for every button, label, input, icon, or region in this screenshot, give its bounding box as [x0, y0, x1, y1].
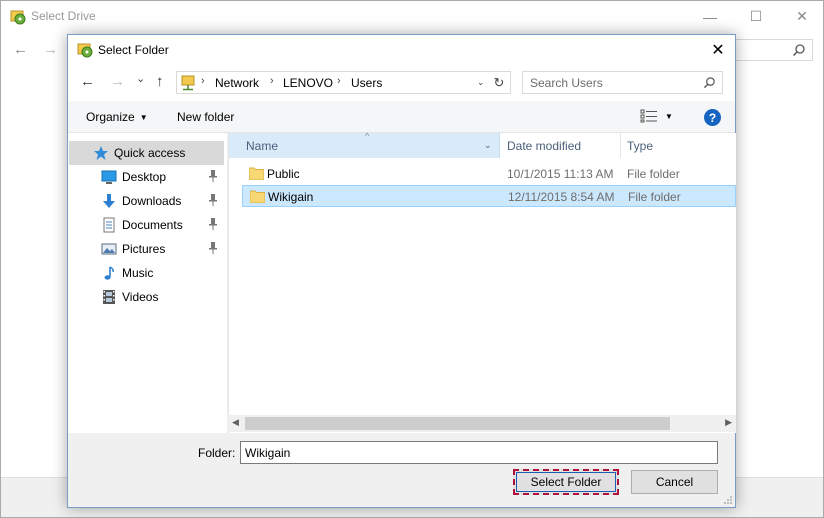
network-location-icon	[181, 75, 195, 91]
videos-icon	[103, 290, 115, 304]
folder-name-input[interactable]	[240, 441, 718, 464]
pin-icon[interactable]	[208, 194, 218, 206]
background-title-bar: Select Drive — ☐ ✕	[1, 1, 823, 32]
organize-menu[interactable]: Organize ▼	[86, 110, 148, 124]
nav-item-videos[interactable]: Videos	[69, 285, 224, 309]
dialog-title: Select Folder	[98, 43, 169, 57]
new-folder-button[interactable]: New folder	[177, 110, 234, 124]
app-drive-icon	[10, 10, 26, 25]
background-search-box[interactable]	[731, 39, 813, 61]
address-row: ← → ⌄ ↑ › Network › LENOVO › Users ⌄ ↻	[68, 65, 735, 101]
cancel-button[interactable]: Cancel	[631, 470, 718, 494]
app-drive-icon	[77, 43, 93, 58]
close-icon: ✕	[711, 42, 725, 59]
refresh-icon: ↻	[493, 74, 505, 90]
scroll-right-arrow-icon[interactable]: ▶	[725, 417, 732, 428]
search-icon[interactable]	[703, 76, 716, 89]
documents-icon	[103, 217, 115, 233]
forward-arrow-icon[interactable]: →	[110, 74, 125, 90]
file-list-pane: ^ Name ⌄ Date modified Type Public 10/1/…	[228, 131, 736, 433]
pictures-icon	[101, 243, 117, 255]
background-back-arrow-icon[interactable]: ←	[13, 41, 28, 58]
dialog-close-button[interactable]: ✕	[701, 35, 735, 65]
breadcrumb-users[interactable]: Users	[351, 76, 382, 90]
breadcrumb-separator[interactable]: ›	[337, 75, 341, 87]
column-divider[interactable]	[620, 133, 621, 158]
desktop-icon	[101, 170, 117, 184]
folder-icon	[249, 167, 264, 180]
breadcrumb-separator: ›	[201, 75, 205, 87]
file-row-public[interactable]: Public 10/1/2015 11:13 AM File folder	[242, 163, 736, 185]
refresh-button[interactable]: ↻	[488, 71, 511, 94]
background-forward-arrow-icon[interactable]: →	[43, 41, 58, 58]
nav-item-pictures[interactable]: Pictures	[69, 237, 224, 261]
nav-item-quick-access[interactable]: Quick access	[69, 141, 224, 165]
pin-icon[interactable]	[208, 218, 218, 230]
background-window-title: Select Drive	[31, 9, 96, 23]
maximize-button[interactable]: ☐	[733, 1, 779, 32]
column-filter-chevron-icon[interactable]: ⌄	[484, 140, 492, 151]
horizontal-scrollbar[interactable]: ◀ ▶	[228, 415, 736, 432]
recent-locations-chevron-icon[interactable]: ⌄	[136, 71, 145, 87]
address-dropdown-chevron-icon[interactable]: ⌄	[477, 77, 485, 88]
up-arrow-icon[interactable]: ↑	[156, 74, 164, 90]
pin-icon[interactable]	[208, 170, 218, 182]
search-box[interactable]	[522, 71, 723, 94]
breadcrumb-lenovo[interactable]: LENOVO	[283, 76, 333, 90]
column-header-row: ^ Name ⌄ Date modified Type	[229, 131, 736, 158]
resize-grip-icon[interactable]	[723, 495, 733, 505]
view-options-icon[interactable]	[640, 109, 658, 123]
star-icon	[94, 146, 108, 160]
breadcrumb-separator[interactable]: ›	[270, 75, 274, 87]
help-icon[interactable]: ?	[704, 109, 721, 126]
nav-item-music[interactable]: Music	[69, 261, 224, 285]
select-folder-dialog: Select Folder ✕ ← → ⌄ ↑ › Network › LENO…	[67, 34, 736, 508]
nav-item-documents[interactable]: Documents	[69, 213, 224, 237]
command-toolbar: Organize ▼ New folder ▼ ?	[68, 101, 735, 133]
search-input[interactable]	[523, 72, 693, 93]
sort-ascending-icon: ^	[365, 131, 370, 141]
view-caret-down-icon[interactable]: ▼	[665, 112, 673, 121]
caret-down-icon: ▼	[139, 113, 148, 122]
nav-item-desktop[interactable]: Desktop	[69, 165, 224, 189]
column-header-type[interactable]: Type	[627, 139, 653, 153]
downloads-icon	[103, 194, 115, 208]
dialog-title-bar: Select Folder ✕	[68, 35, 735, 65]
close-button[interactable]: ✕	[779, 1, 824, 32]
breadcrumb-network[interactable]: Network	[215, 76, 259, 90]
column-header-date-modified[interactable]: Date modified	[507, 139, 581, 153]
navigation-pane: Quick access Desktop Downloads Documents…	[68, 133, 227, 433]
column-header-name[interactable]: ^ Name ⌄	[229, 131, 500, 158]
search-icon	[792, 44, 805, 57]
scroll-left-arrow-icon[interactable]: ◀	[232, 417, 239, 428]
folder-icon	[250, 190, 265, 203]
music-icon	[104, 266, 114, 280]
select-folder-button[interactable]: Select Folder	[513, 469, 619, 495]
folder-field-label: Folder:	[198, 446, 236, 460]
minimize-button[interactable]: —	[687, 1, 733, 32]
address-bar[interactable]: › Network › LENOVO › Users ⌄	[176, 71, 509, 94]
scrollbar-thumb[interactable]	[245, 417, 670, 430]
back-arrow-icon[interactable]: ←	[80, 74, 95, 90]
file-row-wikigain[interactable]: Wikigain 12/11/2015 8:54 AM File folder	[242, 185, 736, 207]
nav-item-downloads[interactable]: Downloads	[69, 189, 224, 213]
pin-icon[interactable]	[208, 242, 218, 254]
